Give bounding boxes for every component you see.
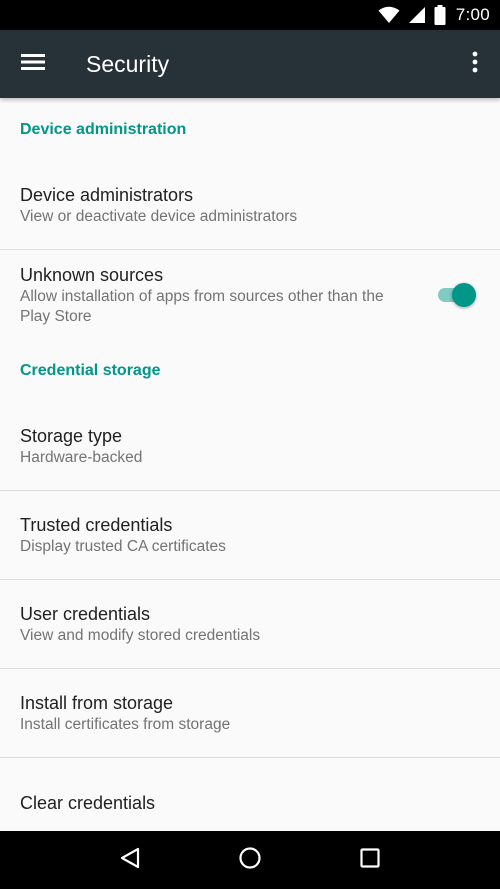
pref-title: Device administrators (20, 185, 194, 205)
home-button[interactable] (225, 835, 275, 885)
overflow-menu-button[interactable] (450, 30, 500, 98)
pref-install-from-storage[interactable]: Install from storage Install certificate… (0, 669, 500, 758)
pref-device-administrators[interactable]: Device administrators View or deactivate… (0, 161, 500, 250)
navigation-bar (0, 831, 500, 889)
back-button[interactable] (105, 835, 155, 885)
battery-icon (434, 5, 446, 25)
section-header-device-administration: Device administration (20, 120, 187, 138)
pref-unknown-sources[interactable]: Unknown sources Allow installation of ap… (0, 250, 500, 339)
pref-title: User credentials (20, 604, 151, 624)
back-icon (119, 847, 141, 874)
pref-title: Clear credentials (20, 792, 156, 813)
status-bar: 7:00 (0, 0, 500, 30)
cellular-signal-icon (408, 6, 426, 24)
screen: 7:00 Security Device administration Devi… (0, 0, 500, 889)
home-icon (238, 846, 262, 875)
menu-icon (21, 53, 45, 76)
pref-title: Install from storage (20, 693, 174, 713)
app-bar: Security (0, 30, 500, 98)
recents-button[interactable] (345, 835, 395, 885)
pref-user-credentials[interactable]: User credentials View and modify stored … (0, 580, 500, 669)
pref-trusted-credentials[interactable]: Trusted credentials Display trusted CA c… (0, 491, 500, 580)
switch-thumb (452, 282, 476, 307)
pref-summary: Hardware-backed (20, 449, 143, 466)
pref-storage-type[interactable]: Storage type Hardware-backed (0, 402, 500, 491)
settings-list: Device administration Device administrat… (0, 98, 500, 831)
pref-summary: Install certificates from storage (20, 716, 231, 733)
unknown-sources-toggle[interactable] (436, 282, 478, 308)
pref-summary: View or deactivate device administrators (20, 208, 298, 225)
recents-icon (359, 847, 381, 874)
pref-title: Trusted credentials (20, 515, 173, 535)
pref-summary: Allow installation of apps from sources … (20, 287, 384, 325)
pref-title: Unknown sources (20, 264, 164, 285)
wifi-icon (378, 6, 400, 24)
section-header-credential-storage: Credential storage (20, 361, 161, 379)
pref-title: Storage type (20, 426, 123, 446)
menu-button[interactable] (0, 30, 68, 98)
pref-summary: Display trusted CA certificates (20, 538, 226, 555)
pref-summary: View and modify stored credentials (20, 627, 261, 644)
status-time: 7:00 (455, 5, 490, 24)
page-title: Security (86, 50, 170, 77)
pref-clear-credentials[interactable]: Clear credentials (0, 758, 500, 831)
more-vert-icon (472, 51, 478, 78)
pref-text: Unknown sources Allow installation of ap… (20, 263, 436, 327)
